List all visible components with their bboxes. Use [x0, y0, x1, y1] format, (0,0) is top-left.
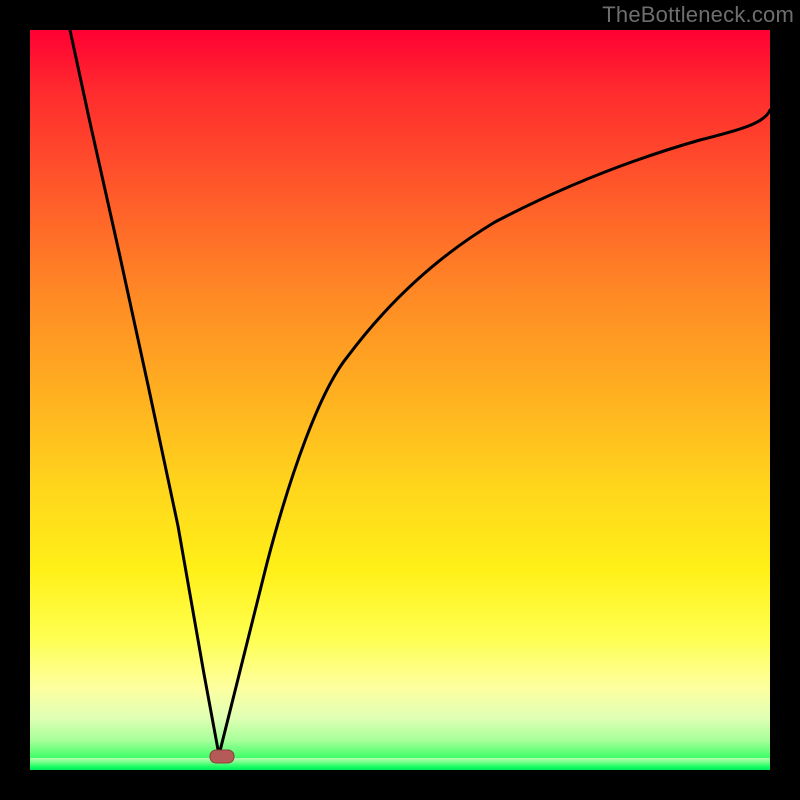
- minimum-marker: [210, 750, 234, 763]
- plot-area: [30, 30, 770, 770]
- curve-left-branch: [70, 30, 219, 755]
- curve-right-branch: [219, 110, 770, 755]
- watermark-text: TheBottleneck.com: [602, 2, 794, 28]
- chart-frame: TheBottleneck.com: [0, 0, 800, 800]
- curve-layer: [30, 30, 770, 770]
